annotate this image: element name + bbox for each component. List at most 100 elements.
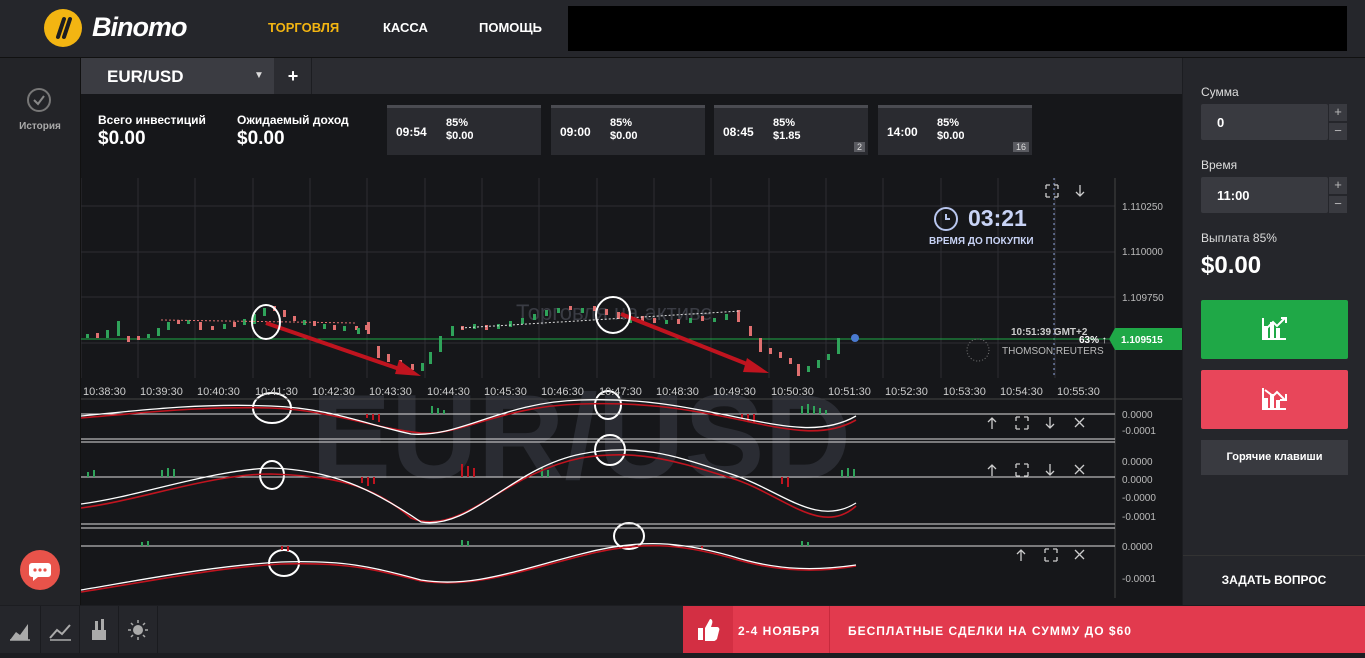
total-investment-value: $0.00 xyxy=(98,128,146,149)
hotkeys-button[interactable]: Горячие клавиши xyxy=(1201,440,1348,475)
time-label: Время xyxy=(1201,158,1238,172)
current-time: 10:51:39 GMT+2 xyxy=(1011,327,1088,338)
svg-text:10:48:30: 10:48:30 xyxy=(656,386,699,398)
deal-time: 09:54 xyxy=(396,125,427,139)
time-plus-button[interactable]: + xyxy=(1329,177,1347,194)
deal-time: 08:45 xyxy=(723,125,754,139)
purchase-timer: 03:21 xyxy=(968,205,1027,231)
svg-text:10:53:30: 10:53:30 xyxy=(943,386,986,398)
deal-card[interactable]: 09:00 85% $0.00 xyxy=(551,105,705,155)
payout-value: $0.00 xyxy=(1201,252,1262,279)
close-icon xyxy=(1074,417,1085,428)
thumbs-up-icon xyxy=(683,606,733,653)
expand-icon xyxy=(1015,463,1029,477)
purchase-timer-label: ВРЕМЯ ДО ПОКУПКИ xyxy=(929,236,1034,247)
svg-text:10:38:30: 10:38:30 xyxy=(83,386,126,398)
top-bar: Binomo ТОРГОВЛЯ КАССА ПОМОЩЬ xyxy=(0,0,1365,58)
deal-percent: 85% xyxy=(937,117,960,129)
svg-text:10:52:30: 10:52:30 xyxy=(885,386,928,398)
trading-area: EUR/USD ▼ + Всего инвестиций $0.00 Ожида… xyxy=(81,58,1182,605)
candlesticks xyxy=(86,306,840,376)
price-grid xyxy=(81,178,1115,378)
chart-type-area-icon[interactable] xyxy=(0,606,41,653)
price-axis: 1.110250 1.110000 1.109750 xyxy=(1122,202,1164,304)
svg-text:1.110250: 1.110250 xyxy=(1122,202,1163,213)
logo-icon[interactable] xyxy=(44,9,82,47)
chevron-down-icon: ▼ xyxy=(254,70,264,81)
time-minus-button[interactable]: − xyxy=(1329,196,1347,213)
buy-up-button[interactable] xyxy=(1201,300,1348,359)
arrow-down-icon xyxy=(1045,417,1055,429)
drawing-tools-icon[interactable] xyxy=(80,606,119,653)
promo-dates: 2-4 НОЯБРЯ xyxy=(738,624,821,638)
amount-plus-button[interactable]: + xyxy=(1329,104,1347,121)
expected-income-value: $0.00 xyxy=(237,128,285,149)
svg-text:0.0000: 0.0000 xyxy=(1122,475,1153,486)
expand-icon xyxy=(1045,184,1059,198)
deal-card[interactable]: 09:54 85% $0.00 xyxy=(387,105,541,155)
deal-percent: 85% xyxy=(773,117,796,129)
close-icon xyxy=(1074,549,1085,560)
amount-minus-button[interactable]: − xyxy=(1329,123,1347,140)
payout-label: Выплата 85% xyxy=(1201,231,1277,245)
brand-name[interactable]: Binomo xyxy=(92,12,187,43)
svg-text:10:44:30: 10:44:30 xyxy=(427,386,470,398)
close-icon xyxy=(1074,464,1085,475)
amount-input[interactable]: 0 xyxy=(1201,104,1328,140)
promo-banner[interactable]: 2-4 НОЯБРЯ БЕСПЛАТНЫЕ СДЕЛКИ НА СУММУ ДО… xyxy=(683,606,1365,653)
svg-text:-0.0001: -0.0001 xyxy=(1122,512,1156,523)
current-price: 1.109515 xyxy=(1121,335,1163,346)
amount-label: Сумма xyxy=(1201,85,1239,99)
deal-time: 14:00 xyxy=(887,125,918,139)
arrow-up-icon xyxy=(987,464,997,476)
nav-trading[interactable]: ТОРГОВЛЯ xyxy=(268,20,339,35)
indicators-icon[interactable] xyxy=(41,606,80,653)
svg-text:10:49:30: 10:49:30 xyxy=(713,386,756,398)
trend-up-icon xyxy=(1262,317,1287,340)
svg-text:0.0000: 0.0000 xyxy=(1122,542,1153,553)
asset-tab-bar: EUR/USD ▼ + xyxy=(81,58,1182,94)
chat-button[interactable] xyxy=(20,550,60,590)
left-sidebar: История xyxy=(0,58,81,605)
history-check-icon[interactable] xyxy=(27,88,51,112)
asset-tab[interactable]: EUR/USD ▼ xyxy=(81,58,274,94)
asset-name: EUR/USD xyxy=(107,67,184,86)
add-asset-button[interactable]: + xyxy=(275,58,312,94)
history-label[interactable]: История xyxy=(0,121,80,132)
deal-time: 09:00 xyxy=(560,125,591,139)
indicator-panel-3: 0.0000 -0.0001 xyxy=(81,527,1156,593)
expand-icon xyxy=(1044,548,1058,562)
nav-help[interactable]: ПОМОЩЬ xyxy=(479,20,542,35)
svg-text:10:55:30: 10:55:30 xyxy=(1057,386,1100,398)
svg-text:10:50:30: 10:50:30 xyxy=(771,386,814,398)
deal-card[interactable]: 08:45 85% $1.85 2 xyxy=(714,105,868,155)
buy-down-button[interactable] xyxy=(1201,370,1348,429)
promo-divider xyxy=(829,606,830,653)
price-cursor-dot xyxy=(851,334,859,342)
svg-text:10:40:30: 10:40:30 xyxy=(197,386,240,398)
deal-amount: $0.00 xyxy=(446,130,474,142)
deal-percent: 85% xyxy=(446,117,469,129)
deal-card[interactable]: 14:00 85% $0.00 16 xyxy=(878,105,1032,155)
svg-text:10:39:30: 10:39:30 xyxy=(140,386,183,398)
arrow-up-icon xyxy=(987,417,997,429)
promo-text: БЕСПЛАТНЫЕ СДЕЛКИ НА СУММУ ДО $60 xyxy=(848,624,1132,638)
deal-count-badge: 16 xyxy=(1012,142,1029,152)
expected-income-label: Ожидаемый доход xyxy=(237,113,349,127)
trade-panel: Сумма 0 + − Время 11:00 + − Выплата 85% … xyxy=(1183,58,1365,605)
amount-value: 0 xyxy=(1217,115,1225,130)
theme-sun-icon[interactable] xyxy=(119,606,158,653)
bottom-toolbar: 2-4 НОЯБРЯ БЕСПЛАТНЫЕ СДЕЛКИ НА СУММУ ДО… xyxy=(0,606,1365,653)
arrow-up-icon xyxy=(1016,549,1026,561)
time-input[interactable]: 11:00 xyxy=(1201,177,1328,213)
nav-cashier[interactable]: КАССА xyxy=(383,20,428,35)
reuters-logo-icon xyxy=(966,338,990,362)
arrow-down-icon xyxy=(1075,185,1085,197)
ask-question-button[interactable]: ЗАДАТЬ ВОПРОС xyxy=(1183,555,1365,606)
deal-percent: 85% xyxy=(610,117,633,129)
chat-bubble-icon xyxy=(29,563,51,581)
deal-count-badge: 2 xyxy=(853,142,865,152)
svg-text:1.109750: 1.109750 xyxy=(1122,293,1164,304)
svg-text:-0.0000: -0.0000 xyxy=(1122,493,1156,504)
time-value: 11:00 xyxy=(1217,188,1250,203)
